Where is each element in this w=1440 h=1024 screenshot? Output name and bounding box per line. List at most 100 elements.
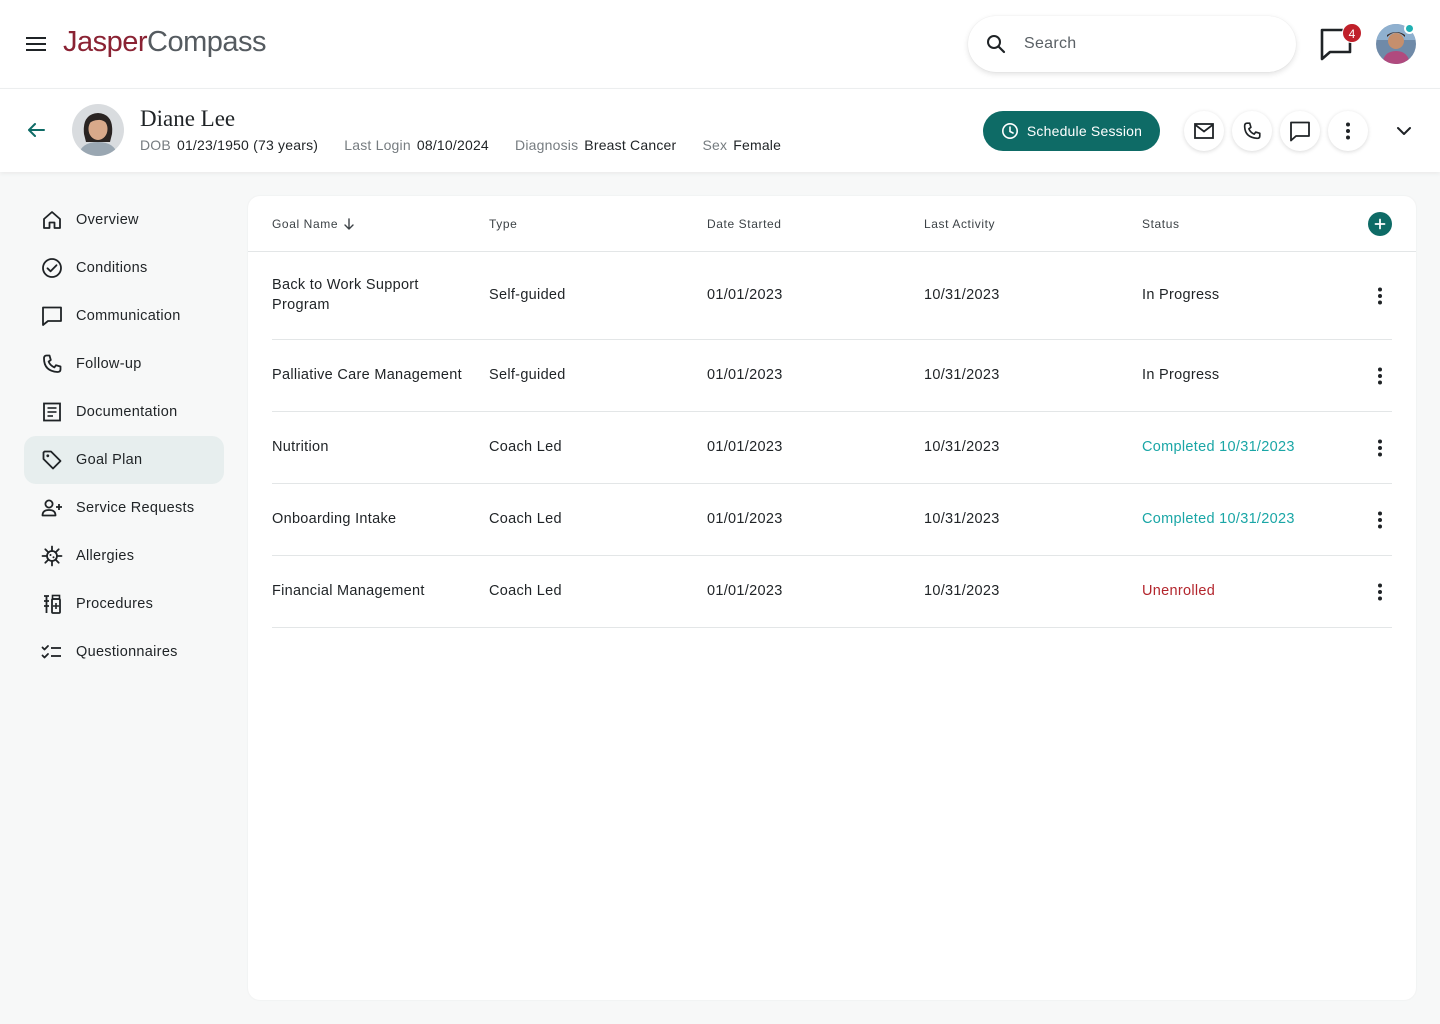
app-logo[interactable]: JasperCompass (63, 24, 267, 60)
goal-name-cell: Palliative Care Management (272, 367, 462, 383)
sidebar-item-label: Overview (76, 212, 139, 228)
type-cell: Self-guided (489, 367, 566, 383)
row-more-options-button[interactable] (1368, 508, 1392, 532)
date-started-cell: 01/01/2023 (707, 583, 783, 599)
row-more-options-button[interactable] (1368, 580, 1392, 604)
chat-icon (1289, 120, 1311, 142)
last-activity-cell: 10/31/2023 (924, 367, 1000, 383)
sex-label: Sex (702, 137, 728, 153)
last-login-value: 08/10/2024 (416, 137, 489, 153)
table-row[interactable]: Financial Management Coach Led 01/01/202… (272, 556, 1392, 628)
sidebar-item-follow-up[interactable]: Follow-up (24, 340, 224, 388)
back-arrow-icon[interactable] (24, 118, 48, 142)
more-options-button[interactable] (1328, 111, 1368, 151)
more-vert-icon (1377, 287, 1383, 305)
type-cell: Coach Led (489, 511, 562, 527)
sidebar-item-questionnaires[interactable]: Questionnaires (24, 628, 224, 676)
sidebar-item-documentation[interactable]: Documentation (24, 388, 224, 436)
sidebar-item-label: Allergies (76, 548, 135, 564)
more-vert-icon (1345, 122, 1351, 140)
top-app-bar: JasperCompass 4 (0, 0, 1440, 88)
sidebar-item-label: Questionnaires (76, 644, 178, 660)
online-status-dot (1404, 23, 1415, 34)
sidebar-item-overview[interactable]: Overview (24, 196, 224, 244)
date-started-cell: 01/01/2023 (707, 367, 783, 383)
status-cell: In Progress (1142, 287, 1220, 303)
status-cell: Completed 10/31/2023 (1142, 511, 1295, 527)
person-add-icon (40, 496, 64, 520)
sidebar-item-label: Conditions (76, 260, 148, 276)
logo-text-compass: Compass (147, 26, 267, 58)
goal-name-cell: Nutrition (272, 439, 329, 455)
table-row[interactable]: Onboarding Intake Coach Led 01/01/2023 1… (272, 484, 1392, 556)
more-vert-icon (1377, 583, 1383, 601)
diagnosis-value: Breast Cancer (584, 137, 677, 153)
date-started-cell: 01/01/2023 (707, 511, 783, 527)
sidebar-item-goal-plan[interactable]: Goal Plan (24, 436, 224, 484)
type-cell: Self-guided (489, 287, 566, 303)
call-button[interactable] (1232, 111, 1272, 151)
last-login-label: Last Login (344, 137, 411, 153)
more-vert-icon (1377, 511, 1383, 529)
search-input[interactable] (1024, 30, 1274, 58)
sidebar-nav: Overview Conditions Communication Follow… (24, 196, 224, 676)
column-header-status[interactable]: Status (1142, 216, 1180, 232)
sidebar-item-label: Documentation (76, 404, 178, 420)
arrow-down-icon (342, 217, 356, 231)
chat-button[interactable] (1280, 111, 1320, 151)
phone-icon (1241, 120, 1263, 142)
status-cell: Unenrolled (1142, 583, 1216, 599)
sidebar-item-communication[interactable]: Communication (24, 292, 224, 340)
column-header-date-started[interactable]: Date Started (707, 216, 782, 232)
search-bar[interactable] (968, 16, 1296, 72)
sidebar-item-procedures[interactable]: Procedures (24, 580, 224, 628)
sidebar-item-allergies[interactable]: Allergies (24, 532, 224, 580)
date-started-cell: 01/01/2023 (707, 439, 783, 455)
patient-name: Diane Lee (140, 106, 236, 131)
sidebar-item-label: Goal Plan (76, 452, 143, 468)
column-header-goal-name[interactable]: Goal Name (272, 216, 356, 232)
date-started-cell: 01/01/2023 (707, 287, 783, 303)
check-circle-icon (40, 256, 64, 280)
add-goal-button[interactable] (1368, 212, 1392, 236)
status-cell: In Progress (1142, 367, 1220, 383)
more-vert-icon (1377, 367, 1383, 385)
row-more-options-button[interactable] (1368, 364, 1392, 388)
column-header-last-activity[interactable]: Last Activity (924, 216, 995, 232)
last-activity-cell: 10/31/2023 (924, 583, 1000, 599)
sex-value: Female (733, 137, 782, 153)
row-more-options-button[interactable] (1368, 436, 1392, 460)
sidebar-item-conditions[interactable]: Conditions (24, 244, 224, 292)
virus-icon (40, 544, 64, 568)
more-vert-icon (1377, 439, 1383, 457)
plus-icon (1374, 218, 1386, 230)
patient-header: Diane Lee DOB 01/23/1950 (73 years) Last … (0, 88, 1440, 172)
chevron-down-icon[interactable] (1392, 119, 1416, 143)
table-row[interactable]: Nutrition Coach Led 01/01/2023 10/31/202… (272, 412, 1392, 484)
table-row[interactable]: Back to Work Support Program Self-guided… (272, 252, 1392, 340)
email-button[interactable] (1184, 111, 1224, 151)
sidebar-item-label: Service Requests (76, 500, 195, 516)
phone-icon (40, 352, 64, 376)
dob-label: DOB (140, 137, 171, 153)
logo-text-jasper: Jasper (63, 26, 148, 58)
sidebar-item-service-requests[interactable]: Service Requests (24, 484, 224, 532)
checklist-icon (40, 640, 64, 664)
dob-value: 01/23/1950 (73 years) (176, 137, 319, 153)
goal-plan-card: Goal Name Type Date Started Last Activit… (248, 196, 1416, 1000)
sidebar-item-label: Communication (76, 308, 181, 324)
row-more-options-button[interactable] (1368, 284, 1392, 308)
column-header-type[interactable]: Type (489, 216, 517, 232)
table-row[interactable]: Palliative Care Management Self-guided 0… (272, 340, 1392, 412)
goal-name-header-label: Goal Name (272, 217, 339, 231)
goal-name-cell: Financial Management (272, 583, 425, 599)
last-activity-cell: 10/31/2023 (924, 287, 1000, 303)
status-cell: Completed 10/31/2023 (1142, 439, 1295, 455)
medication-icon (40, 592, 64, 616)
menu-icon[interactable] (24, 32, 48, 56)
mail-icon (1193, 120, 1215, 142)
home-icon (40, 208, 64, 232)
patient-details: DOB 01/23/1950 (73 years) Last Login 08/10… (140, 135, 803, 155)
schedule-session-button[interactable]: Schedule Session (983, 111, 1160, 151)
sidebar-item-label: Follow-up (76, 356, 142, 372)
